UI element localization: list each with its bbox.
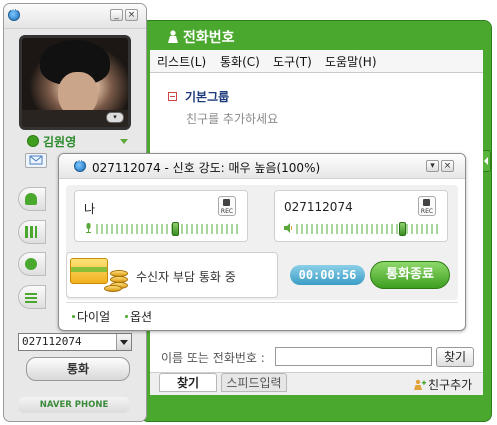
end-call-button[interactable]: 통화종료	[370, 261, 450, 289]
keypad-side-button[interactable]	[18, 220, 46, 244]
search-input[interactable]	[275, 347, 432, 366]
close-button[interactable]: ×	[125, 9, 138, 21]
avatar-menu-icon[interactable]: ▾	[106, 112, 124, 123]
my-record-button[interactable]: REC	[218, 196, 236, 216]
search-label: 이름 또는 전화번호 :	[161, 351, 265, 365]
person-icon	[168, 30, 178, 43]
coin-icon	[104, 285, 122, 292]
contacts-side-button[interactable]	[18, 187, 46, 211]
collapse-icon[interactable]	[168, 92, 177, 101]
list-side-button[interactable]	[18, 285, 46, 309]
call-timer: 00:00:56	[290, 265, 365, 285]
message-side-button[interactable]	[18, 252, 46, 276]
call-menu-button[interactable]: ▾	[426, 160, 439, 172]
remote-volume-label: 027112074	[284, 200, 353, 214]
options-link[interactable]: 옵션	[130, 308, 152, 325]
status-online-icon	[27, 135, 39, 147]
minimize-button[interactable]: _	[110, 9, 123, 21]
footer-divider	[66, 302, 458, 303]
brand-label: NAVER PHONE	[18, 397, 130, 413]
menu-tools[interactable]: 도구(T)	[273, 53, 312, 70]
dial-number-select[interactable]: 027112074	[18, 333, 132, 351]
add-friend-icon	[414, 379, 426, 390]
menu-list[interactable]: 리스트(L)	[157, 53, 206, 70]
user-name[interactable]: 김원영	[43, 133, 76, 150]
bullet-icon	[125, 315, 128, 318]
tab-speed-input[interactable]: 스피드입력	[221, 373, 287, 392]
my-volume-label: 나	[84, 202, 96, 216]
remote-volume-slider[interactable]	[296, 224, 438, 234]
avatar[interactable]: ▾	[19, 35, 131, 130]
my-volume-slider[interactable]	[96, 224, 238, 234]
menu-help[interactable]: 도움말(H)	[325, 53, 377, 70]
bullet-icon	[72, 315, 75, 318]
add-friend-button[interactable]: 친구추가	[428, 376, 472, 393]
menu-call[interactable]: 통화(C)	[220, 53, 260, 70]
collect-call-card-icon	[70, 258, 108, 284]
group-label[interactable]: 기본그룹	[185, 88, 229, 105]
speaker-icon	[284, 223, 292, 233]
call-title: 027112074 - 신호 강도: 매우 높음(100%)	[92, 161, 321, 175]
phonebook-title: 전화번호	[183, 30, 235, 46]
menu-bar: 리스트(L) 통화(C) 도구(T) 도움말(H)	[150, 50, 483, 73]
naver-logo-icon	[74, 158, 86, 172]
call-button[interactable]: 통화	[26, 357, 130, 381]
mail-icon[interactable]	[25, 153, 47, 168]
remote-record-button[interactable]: REC	[418, 196, 436, 216]
call-status-text: 수신자 부담 통화 중	[136, 270, 236, 284]
call-close-button[interactable]: ×	[441, 160, 454, 172]
my-volume-knob[interactable]	[171, 222, 179, 236]
microphone-icon	[86, 223, 91, 233]
empty-hint: 친구를 추가하세요	[186, 112, 279, 126]
naver-logo-icon	[8, 7, 20, 21]
tab-find[interactable]: 찾기	[159, 373, 217, 392]
dial-number-value: 027112074	[22, 335, 82, 348]
chevron-down-icon[interactable]	[116, 334, 131, 350]
dial-link[interactable]: 다이얼	[77, 308, 110, 325]
chevron-down-icon[interactable]	[120, 139, 128, 144]
search-button[interactable]: 찾기	[436, 347, 474, 367]
remote-volume-knob[interactable]	[398, 222, 406, 236]
